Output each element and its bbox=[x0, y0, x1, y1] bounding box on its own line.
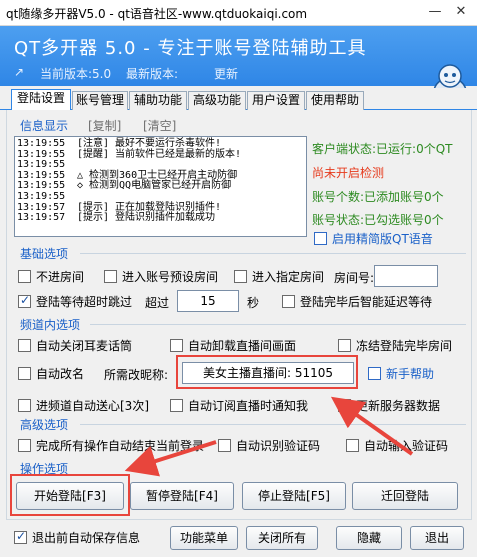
arrow-to-start bbox=[124, 440, 217, 477]
annotation-arrows bbox=[124, 396, 414, 477]
hide-button[interactable]: 隐藏 bbox=[336, 526, 402, 550]
close-all-button[interactable]: 关闭所有 bbox=[246, 526, 318, 550]
arrow-to-nickname bbox=[330, 396, 414, 456]
auto-save-checkbox[interactable] bbox=[14, 529, 27, 544]
exit-button[interactable]: 退出 bbox=[410, 526, 464, 550]
auto-save-option[interactable]: 退出前自动保存信息 bbox=[14, 528, 140, 546]
function-menu-button[interactable]: 功能菜单 bbox=[170, 526, 238, 550]
